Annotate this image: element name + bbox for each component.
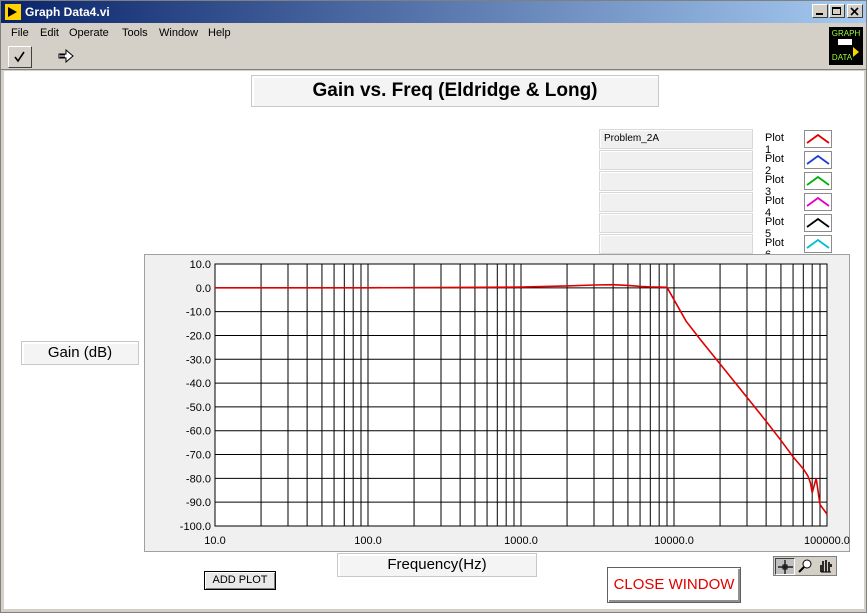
menu-tools[interactable]: Tools: [122, 27, 148, 39]
y-tick-label: -40.0: [186, 378, 211, 390]
run-button[interactable]: [8, 46, 32, 68]
y-tick-label: -10.0: [186, 307, 211, 319]
plot-style-icon[interactable]: [804, 151, 832, 169]
menu-bar: File Edit Operate Tools Window Help: [1, 23, 866, 43]
x-tick-label: 1000.0: [504, 535, 538, 547]
vi-icon[interactable]: GRAPH DATA: [829, 27, 863, 65]
y-tick-label: -20.0: [186, 330, 211, 342]
y-tick-label: -50.0: [186, 402, 211, 414]
legend-plot-name[interactable]: [599, 234, 753, 254]
legend-plot-name[interactable]: [599, 171, 753, 191]
legend-plot-name[interactable]: Problem_2A: [599, 129, 753, 149]
minimize-button[interactable]: [812, 4, 828, 18]
maximize-button[interactable]: [829, 4, 845, 18]
graph-palette: [773, 556, 837, 576]
y-tick-label: -70.0: [186, 450, 211, 462]
y-tick-label: -100.0: [180, 521, 211, 533]
y-tick-label: -90.0: [186, 497, 211, 509]
run-continuous-button[interactable]: [55, 46, 79, 68]
vi-icon-line2: DATA: [832, 53, 853, 62]
plot-style-icon[interactable]: [804, 214, 832, 232]
x-tick-label: 10.0: [204, 535, 225, 547]
add-plot-button[interactable]: ADD PLOT: [204, 571, 276, 590]
menu-help[interactable]: Help: [208, 27, 231, 39]
title-bar[interactable]: Graph Data4.vi: [1, 1, 866, 23]
x-tick-label: 100000.0: [804, 535, 850, 547]
zoom-button[interactable]: [796, 558, 816, 575]
y-axis-label: Gain (dB): [21, 341, 139, 365]
legend-plot-name[interactable]: [599, 213, 753, 233]
menu-edit[interactable]: Edit: [40, 27, 59, 39]
plot-style-icon[interactable]: [804, 235, 832, 253]
x-tick-label: 100.0: [354, 535, 382, 547]
plot-style-icon[interactable]: [804, 172, 832, 190]
graph-title: Gain vs. Freq (Eldridge & Long): [251, 75, 659, 107]
legend-plot-name[interactable]: [599, 150, 753, 170]
y-tick-label: 0.0: [196, 283, 211, 295]
window-title: Graph Data4.vi: [25, 5, 110, 19]
vi-window: Graph Data4.vi File Edit Operate Tools W…: [0, 0, 867, 613]
x-tick-label: 10000.0: [654, 535, 694, 547]
menu-operate[interactable]: Operate: [69, 27, 109, 39]
plot-style-icon[interactable]: [804, 130, 832, 148]
y-tick-label: 10.0: [190, 259, 211, 271]
vi-icon-line1: GRAPH: [832, 29, 861, 38]
y-tick-label: -60.0: [186, 426, 211, 438]
menu-window[interactable]: Window: [159, 27, 198, 39]
y-tick-label: -80.0: [186, 473, 211, 485]
menu-file[interactable]: File: [11, 27, 29, 39]
toolbar: [1, 44, 866, 70]
legend-plot-name[interactable]: [599, 192, 753, 212]
gain-frequency-graph[interactable]: 10.0 0.0 -10.0 -20.0 -30.0 -40.0 -50.0 -60.0 -70…: [144, 254, 850, 552]
labview-icon: [5, 4, 21, 20]
y-tick-label: -30.0: [186, 354, 211, 366]
close-window-button[interactable]: CLOSE WINDOW: [607, 567, 741, 603]
close-button[interactable]: [847, 4, 863, 18]
x-axis-label: Frequency(Hz): [337, 553, 537, 577]
plot-style-icon[interactable]: [804, 193, 832, 211]
pan-button[interactable]: [816, 558, 836, 575]
crosshair-button[interactable]: [775, 558, 795, 575]
